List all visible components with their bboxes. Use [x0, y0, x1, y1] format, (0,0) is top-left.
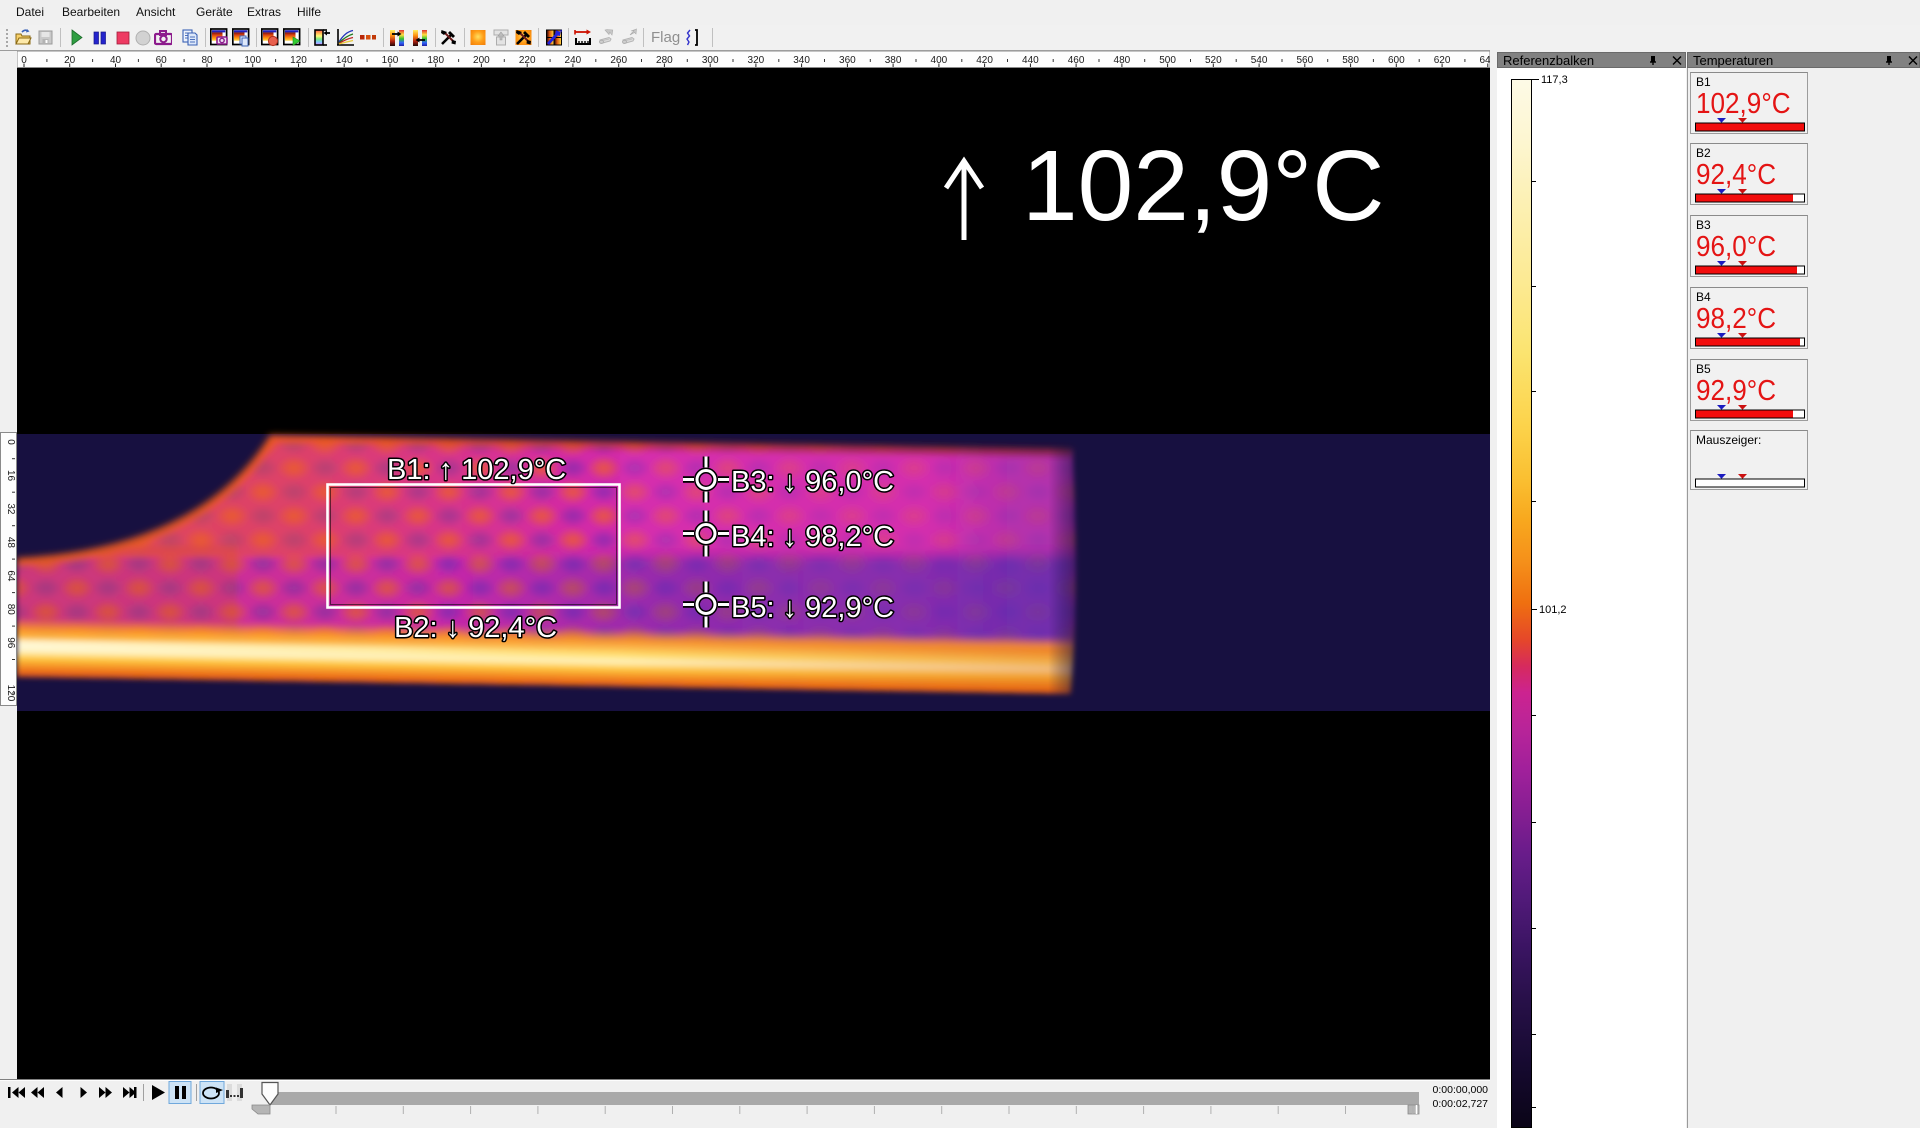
svg-text:B3: ↓ 96,0°C: B3: ↓ 96,0°C	[731, 466, 894, 498]
svg-text:0: 0	[5, 439, 16, 445]
svg-text:0:00:00,000: 0:00:00,000	[1433, 1084, 1489, 1096]
svg-text:80: 80	[5, 604, 16, 616]
svg-text:0:00:02,727: 0:00:02,727	[1433, 1098, 1489, 1110]
svg-text:101,2: 101,2	[1539, 604, 1567, 616]
svg-text:640: 640	[1479, 55, 1490, 66]
svg-text:48: 48	[5, 537, 16, 549]
svg-text:64: 64	[5, 570, 16, 582]
svg-text:B1: ↑ 102,9°C: B1: ↑ 102,9°C	[387, 454, 566, 486]
svg-text:B4: ↓ 98,2°C: B4: ↓ 98,2°C	[731, 521, 894, 553]
svg-text:117,3: 117,3	[1541, 74, 1568, 86]
svg-text:16: 16	[5, 470, 16, 482]
svg-text:102,9°C: 102,9°C	[1022, 130, 1384, 242]
svg-text:96: 96	[5, 637, 16, 649]
svg-text:32: 32	[5, 503, 16, 515]
svg-text:B2: ↓ 92,4°C: B2: ↓ 92,4°C	[394, 612, 557, 644]
svg-text:B5: ↓ 92,9°C: B5: ↓ 92,9°C	[731, 592, 894, 624]
